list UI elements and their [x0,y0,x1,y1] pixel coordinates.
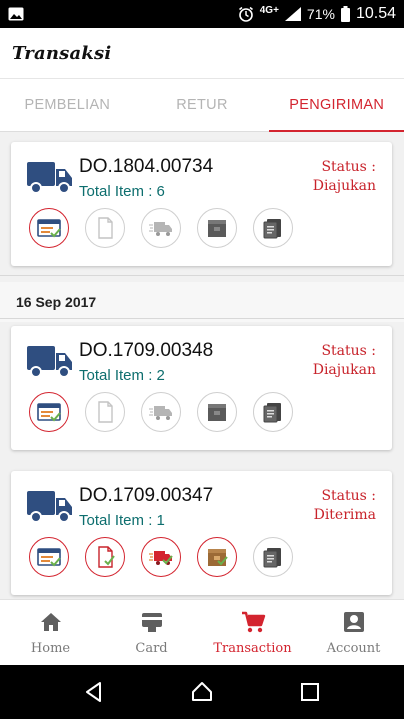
invoice-icon [37,403,61,422]
back-icon[interactable] [82,680,106,704]
step-delivery [141,537,181,577]
alarm-icon [238,6,253,22]
tab-label: PENGIRIMAN [289,97,385,113]
shipment-card[interactable]: DO.1709.00347 Total Item : 1 Status : Di… [11,471,392,595]
account-icon [343,612,364,632]
step-invoice [29,537,69,577]
status-value: Diajukan [312,178,376,194]
clipboard-icon [263,403,281,423]
tab-pengiriman[interactable]: PENGIRIMAN [269,79,404,132]
page-title: Transaksi [12,42,112,64]
system-navigation-bar [0,665,404,719]
divider [0,275,404,276]
tab-pembelian[interactable]: PEMBELIAN [0,79,135,131]
delivery-truck-icon [149,551,173,565]
clipboard-icon [263,219,281,239]
step-delivery [141,208,181,248]
divider [0,318,404,319]
nav-label: Transaction [213,641,292,656]
shipment-card[interactable]: DO.1804.00734 Total Item : 6 Status : Di… [11,142,392,266]
step-invoice [29,208,69,248]
shipment-card[interactable]: DO.1709.00348 Total Item : 2 Status : Di… [11,326,392,450]
total-items: Total Item : 2 [79,367,165,384]
nav-card[interactable]: Card [101,600,202,665]
nav-transaction[interactable]: Transaction [202,600,303,665]
battery-icon [340,6,350,22]
signal-icon [284,7,301,21]
nav-account[interactable]: Account [303,600,404,665]
cart-icon [241,611,265,633]
tab-label: RETUR [176,97,228,113]
do-number: DO.1709.00347 [79,485,214,506]
delivery-truck-icon [149,406,172,420]
total-items: Total Item : 1 [79,512,165,529]
progress-steps [29,392,293,432]
package-icon [208,404,226,421]
home-icon [40,613,61,631]
tab-retur[interactable]: RETUR [135,79,270,131]
nav-home[interactable]: Home [0,600,101,665]
shipment-list[interactable]: DO.1804.00734 Total Item : 6 Status : Di… [0,132,404,599]
nav-label: Account [326,641,381,656]
step-document [85,208,125,248]
status-bar: 4G+ 71% 10.54 [0,0,404,28]
step-clipboard [253,392,293,432]
document-icon [98,217,113,239]
do-number: DO.1709.00348 [79,340,214,361]
truck-icon [27,346,72,378]
step-package [197,392,237,432]
date-group-label: 16 Sep 2017 [16,294,97,310]
gallery-icon [8,7,24,21]
step-invoice [29,392,69,432]
status-value: Diterima [313,507,376,523]
invoice-icon [37,219,61,238]
package-icon [208,220,226,237]
delivery-truck-icon [149,222,172,236]
do-number: DO.1804.00734 [79,156,214,177]
invoice-icon [37,548,61,567]
total-items: Total Item : 6 [79,183,165,200]
truck-icon [27,491,72,523]
date-group-header: 16 Sep 2017 [0,282,404,322]
clipboard-icon [263,548,281,568]
status-value: Diajukan [312,362,376,378]
recents-icon[interactable] [298,680,322,704]
step-package [197,208,237,248]
step-document [85,537,125,577]
truck-icon [27,162,72,194]
home-button-icon[interactable] [190,680,214,704]
bottom-navigation: Home Card Transaction Account [0,599,404,665]
tab-label: PEMBELIAN [24,97,111,113]
progress-steps [29,537,293,577]
status-label: Status : [321,343,376,359]
package-icon [208,549,228,566]
progress-steps [29,208,293,248]
network-type: 4G+ [259,4,279,16]
step-clipboard [253,537,293,577]
app-header: Transaksi [0,28,404,78]
nav-label: Home [30,641,71,656]
status-label: Status : [321,488,376,504]
document-icon [98,546,115,568]
card-icon [141,613,162,632]
step-clipboard [253,208,293,248]
status-label: Status : [321,159,376,175]
step-package [197,537,237,577]
tab-bar: PEMBELIAN RETUR PENGIRIMAN [0,78,404,132]
step-delivery [141,392,181,432]
clock: 10.54 [355,5,396,22]
nav-label: Card [135,641,168,656]
document-icon [98,401,113,423]
step-document [85,392,125,432]
battery-percent: 71% [306,6,335,22]
